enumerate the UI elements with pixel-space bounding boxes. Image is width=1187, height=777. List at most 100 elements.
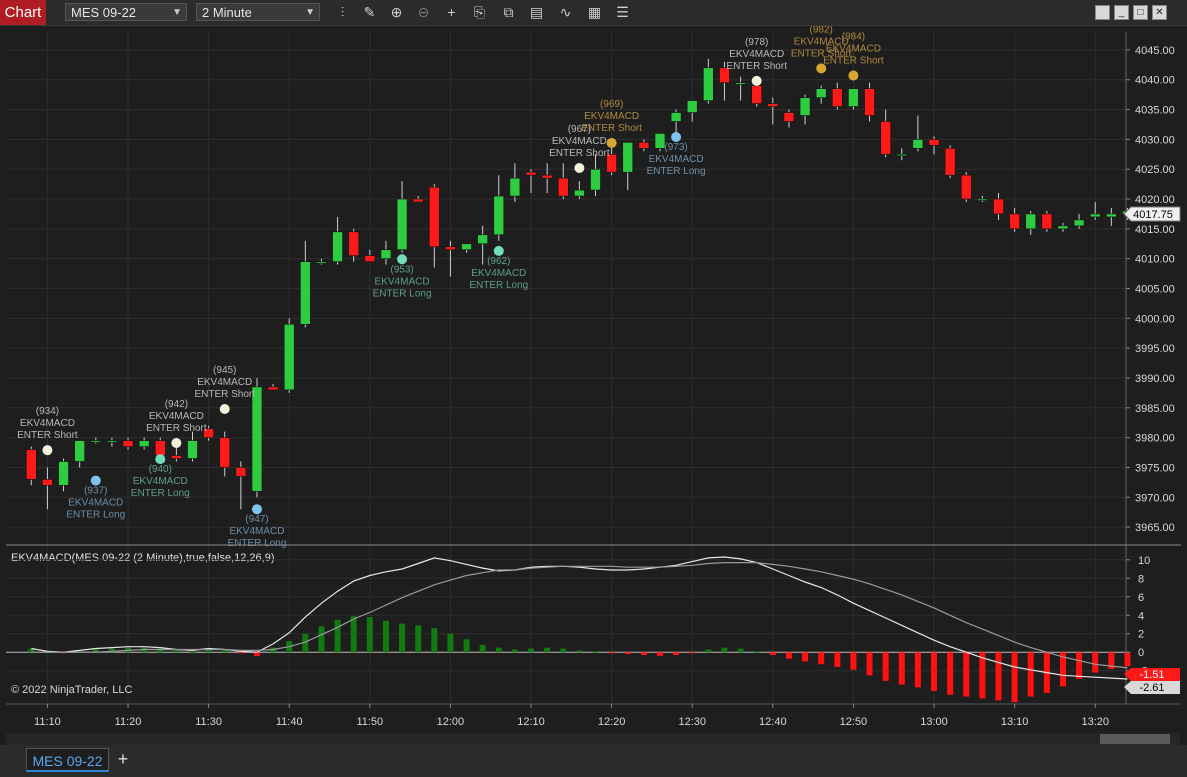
signal-id: (942)	[165, 399, 188, 410]
time-tick-label: 11:40	[276, 716, 303, 728]
zoom-out-icon[interactable]: ⊖	[414, 3, 433, 22]
histogram-bar	[624, 652, 631, 655]
indicator-tick-label: 4	[1138, 610, 1144, 622]
price-tick-label: 4045.00	[1135, 45, 1175, 57]
time-tick-label: 12:10	[517, 716, 545, 728]
candle-body	[42, 479, 53, 486]
price-tick-label: 3990.00	[1135, 373, 1175, 385]
histogram-bar	[673, 652, 680, 656]
histogram-bar	[173, 650, 180, 653]
macd-histogram	[28, 616, 1131, 703]
histogram-bar	[640, 652, 647, 656]
price-tick-label: 3970.00	[1135, 492, 1175, 504]
price-tick-label: 4010.00	[1135, 254, 1175, 266]
candle-body	[461, 243, 472, 251]
histogram-bar	[382, 620, 389, 653]
chart-tab[interactable]: Chart	[0, 0, 46, 25]
candle-body	[445, 246, 456, 251]
signal-dot	[606, 137, 617, 148]
candle-body	[670, 112, 682, 122]
zoom-in-icon[interactable]: ⊕	[387, 3, 406, 22]
candle-body	[638, 142, 650, 149]
candle-body	[960, 174, 972, 200]
restore-icon[interactable]	[1095, 5, 1110, 20]
candle-body	[848, 88, 859, 107]
signal-name: EKV4MACD	[729, 49, 784, 60]
chart-trader-icon[interactable]: ☰	[613, 3, 632, 22]
signal-name: EKV4MACD	[133, 476, 188, 487]
templates-icon[interactable]: ⧉	[499, 3, 518, 22]
scrollbar-thumb[interactable]	[1100, 734, 1170, 744]
add-tab-icon[interactable]: +	[112, 748, 134, 772]
signal-action: ENTER Short	[194, 389, 255, 400]
signal-action: ENTER Short	[823, 56, 884, 67]
candle-body	[364, 255, 376, 262]
signal-dot	[574, 163, 585, 174]
chevron-down-icon: ▼	[172, 7, 182, 18]
histogram-bar	[737, 648, 744, 653]
price-tick-label: 3975.00	[1135, 462, 1175, 474]
signal-name: EKV4MACD	[826, 44, 881, 55]
candle-body	[1073, 219, 1085, 227]
candle-body	[300, 261, 311, 325]
instrument-tab-bar: MES 09-22 +	[0, 745, 1187, 777]
candle-body	[1057, 225, 1069, 230]
properties-icon[interactable]: ⎘	[470, 3, 489, 22]
draw-pencil-icon[interactable]: ✎	[360, 3, 379, 22]
histogram-bar	[544, 647, 551, 653]
histogram-bar	[431, 628, 438, 653]
instrument-selector[interactable]: MES 09-22 ▼	[65, 3, 187, 21]
minimize-icon[interactable]: _	[1114, 5, 1129, 20]
candle-body	[525, 171, 537, 176]
candle	[944, 145, 956, 179]
candle-body	[90, 440, 102, 443]
histogram-bar	[656, 652, 663, 656]
close-icon[interactable]: ✕	[1152, 5, 1167, 20]
signal-action: ENTER Long	[373, 288, 432, 299]
candle-body	[896, 153, 908, 157]
interval-value: 2 Minute	[202, 5, 252, 20]
price-tick-label: 3980.00	[1135, 433, 1175, 445]
histogram-bar	[415, 625, 422, 653]
maximize-icon[interactable]: □	[1133, 5, 1148, 20]
candle-body	[928, 139, 940, 146]
indicators-icon[interactable]: ∿	[556, 3, 575, 22]
histogram-bar	[463, 639, 470, 653]
candle-body	[428, 186, 440, 248]
histogram-bar	[350, 616, 357, 653]
price-tick-label: 3995.00	[1135, 343, 1175, 355]
chart-scrollbar[interactable]	[6, 733, 1180, 745]
candle-body	[1025, 213, 1037, 230]
indicator-tick-label: 0	[1138, 647, 1144, 659]
copyright-text: © 2022 NinjaTrader, LLC	[11, 684, 132, 696]
time-tick-label: 12:20	[598, 716, 626, 728]
instrument-tab[interactable]: MES 09-22	[26, 748, 109, 772]
candle-body	[783, 112, 795, 122]
candle-body	[1041, 213, 1053, 230]
histogram-bar	[334, 619, 341, 653]
candle-body	[864, 88, 875, 116]
interval-selector[interactable]: 2 Minute ▼	[196, 3, 320, 21]
histogram-bar	[947, 652, 954, 695]
time-tick-label: 12:30	[678, 716, 706, 728]
strategies-icon[interactable]: ▤	[527, 3, 546, 22]
time-tick-label: 11:20	[115, 716, 142, 728]
candle-body	[574, 189, 585, 197]
candle-body	[25, 449, 37, 480]
time-tick-label: 12:50	[840, 716, 868, 728]
candle-body	[815, 88, 827, 98]
histogram-bar	[769, 652, 776, 656]
histogram-bar	[528, 648, 535, 653]
histogram-bar	[479, 644, 486, 653]
signal-name: EKV4MACD	[471, 268, 526, 279]
instrument-value: MES 09-22	[71, 5, 137, 20]
data-box-icon[interactable]: ▦	[585, 3, 604, 22]
last-price-marker: 4017.75	[1123, 206, 1181, 222]
crosshair-icon[interactable]: +	[442, 3, 461, 22]
price-tick-label: 3965.00	[1135, 522, 1175, 534]
chart-panel[interactable]: (934)EKV4MACDENTER Short(937)EKV4MACDENT…	[0, 26, 1187, 733]
bar-type-icon[interactable]: ⫶	[333, 3, 352, 22]
histogram-bar	[318, 626, 325, 653]
candle-body	[267, 386, 279, 391]
candle-body	[396, 198, 408, 251]
